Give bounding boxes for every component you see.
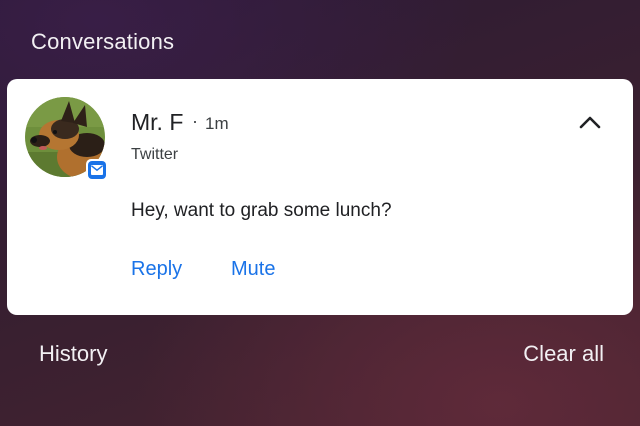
app-name: Twitter (131, 146, 179, 163)
sender-name: Mr. F (131, 109, 184, 135)
timestamp: 1m (205, 114, 229, 133)
mute-button[interactable]: Mute (231, 258, 275, 281)
app-badge (86, 159, 108, 181)
section-title: Conversations (31, 29, 175, 54)
clear-all-button[interactable]: Clear all (523, 341, 604, 367)
conversation-notification[interactable]: Mr. F · 1m Twitter Hey, want to grab som… (7, 79, 633, 315)
separator-dot: · (192, 111, 198, 131)
reply-button[interactable]: Reply (131, 258, 182, 281)
mail-icon (88, 161, 106, 179)
message-text: Hey, want to grab some lunch? (131, 200, 392, 221)
chevron-up-icon[interactable] (577, 110, 603, 136)
history-button[interactable]: History (39, 341, 107, 367)
